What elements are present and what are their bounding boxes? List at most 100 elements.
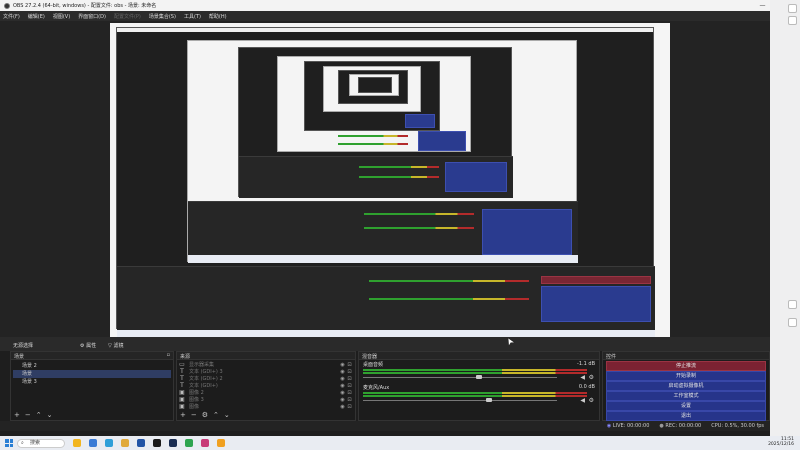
source-settings-button[interactable]: ⚙ <box>202 412 208 419</box>
filters-button[interactable]: ▽ 滤镜 <box>108 342 123 349</box>
store-icon[interactable] <box>137 439 145 447</box>
search-placeholder: 搜索 <box>30 439 41 446</box>
studio-mode-button[interactable]: 工作室模式 <box>606 391 766 401</box>
captured-meter <box>338 135 408 137</box>
controls-panel-header: 控件 <box>603 352 769 360</box>
desktop-widget <box>788 4 797 13</box>
volume-slider-handle[interactable] <box>486 398 493 402</box>
desktop-background <box>770 0 800 436</box>
rec-status: ● REC: 00:00:00 <box>659 423 701 429</box>
mixer-channel: 桌面音频 -1.1 dB ◀ ⚙ <box>361 361 597 383</box>
move-up-button[interactable]: ⌃ <box>213 412 219 419</box>
taskbar: ⌕ 搜索 11:51 2025/12/16 <box>0 436 800 450</box>
remove-source-button[interactable]: − <box>191 412 197 419</box>
copilot-icon[interactable] <box>73 439 81 447</box>
captured-meter <box>369 298 529 300</box>
channel-db: 0.0 dB <box>578 384 595 390</box>
add-scene-button[interactable]: + <box>14 412 20 419</box>
scene-item-active[interactable]: 场景 <box>13 370 171 378</box>
properties-button[interactable]: ⚙ 属性 <box>80 342 96 349</box>
remove-scene-button[interactable]: − <box>25 412 31 419</box>
menu-profile[interactable]: 配置文件(P) <box>114 13 141 20</box>
volume-slider-handle[interactable] <box>476 375 483 379</box>
sources-toolbar: + − ⚙ ⌃ ⌄ <box>177 411 355 420</box>
volume-slider[interactable] <box>363 400 557 401</box>
level-meter <box>363 372 587 374</box>
window-title: OBS 27.2.4 (64-bit, windows) - 配置文件: obs… <box>13 3 157 9</box>
obs-taskbar-icon[interactable] <box>153 439 161 447</box>
visibility-eye-icon[interactable]: ◉ <box>339 403 346 411</box>
move-down-button[interactable]: ⌄ <box>224 412 230 419</box>
system-tray-clock[interactable]: 11:51 2025/12/16 <box>768 437 794 447</box>
desktop-widget <box>788 318 797 327</box>
settings-button[interactable]: 设置 <box>606 401 766 411</box>
windows-start-icon[interactable] <box>5 439 13 447</box>
captured-taskbar <box>188 255 578 263</box>
menu-bar: 文件(F) 编辑(E) 视图(V) 界面窗口(D) 配置文件(P) 场景集合(S… <box>0 11 800 21</box>
dock-header: 无源选择 ⚙ 属性 ▽ 滤镜 <box>0 337 770 351</box>
captured-meter <box>369 280 529 282</box>
mixer-panel-header: 混音器 <box>359 352 599 360</box>
exit-button[interactable]: 退出 <box>606 411 766 421</box>
taskbar-search[interactable]: ⌕ 搜索 <box>17 438 65 448</box>
properties-label: 属性 <box>86 343 97 349</box>
captured-preview <box>187 40 578 263</box>
menu-help[interactable]: 帮助(H) <box>209 13 227 20</box>
captured-controls <box>482 209 572 255</box>
rec-time: REC: 00:00:00 <box>665 423 702 429</box>
volume-slider[interactable] <box>363 377 557 378</box>
captured-preview-3 <box>323 66 421 112</box>
start-recording-button[interactable]: 开始录制 <box>606 371 766 381</box>
captured-meter <box>359 176 439 178</box>
captured-controls <box>405 114 435 128</box>
file-explorer-icon[interactable] <box>121 439 129 447</box>
search-icon: ⌕ <box>21 439 24 446</box>
gear-icon[interactable]: ⚙ <box>589 374 594 381</box>
captured-controls <box>418 131 466 151</box>
app-icon[interactable] <box>185 439 193 447</box>
clock-date: 2025/12/16 <box>768 442 794 447</box>
minimize-button[interactable]: — <box>755 2 770 9</box>
menu-edit[interactable]: 编辑(E) <box>28 13 45 20</box>
channel-name: 麦克风/Aux <box>363 385 390 391</box>
mixer-channel: 麦克风/Aux 0.0 dB ◀ ⚙ <box>361 384 597 406</box>
lock-icon[interactable]: ⊡ <box>346 403 353 411</box>
speaker-icon[interactable]: ◀ <box>580 397 585 404</box>
start-virtual-camera-button[interactable]: 启动虚拟摄像机 <box>606 381 766 391</box>
source-name: 图像 <box>189 404 200 410</box>
captured-window-2 <box>238 47 513 198</box>
chrome-icon[interactable] <box>217 439 225 447</box>
add-source-button[interactable]: + <box>180 412 186 419</box>
task-view-icon[interactable] <box>89 439 97 447</box>
speaker-icon[interactable]: ◀ <box>580 374 585 381</box>
menu-tools[interactable]: 工具(T) <box>184 13 201 20</box>
image-icon: ▣ <box>179 403 185 410</box>
menu-scene-collection[interactable]: 场景集合(S) <box>149 13 176 20</box>
gear-icon[interactable]: ⚙ <box>589 397 594 404</box>
captured-window-5 <box>358 77 392 93</box>
stop-streaming-button[interactable]: 停止推流 <box>606 361 766 371</box>
channel-name: 桌面音频 <box>363 362 384 368</box>
steam-icon[interactable] <box>169 439 177 447</box>
live-status: ◉ LIVE: 00:00:00 <box>607 423 650 429</box>
captured-meter <box>338 143 408 145</box>
scene-item[interactable]: 场景 3 <box>13 378 171 386</box>
cpu-status: CPU: 0.5%, 30.00 fps <box>711 423 764 429</box>
move-down-button[interactable]: ⌄ <box>47 412 53 419</box>
menu-view[interactable]: 视图(V) <box>53 13 70 20</box>
edge-browser-icon[interactable] <box>105 439 113 447</box>
controls-panel: 控件 停止推流 开始录制 启动虚拟摄像机 工作室模式 设置 退出 <box>602 351 770 421</box>
move-up-button[interactable]: ⌃ <box>36 412 42 419</box>
scene-item[interactable]: 场景 2 <box>13 362 171 370</box>
scenes-panel: 场景 ▫ 场景 2 场景 场景 3 + − ⌃ ⌄ <box>10 351 174 421</box>
source-row[interactable]: ▣ 图像 ◉ ⊡ <box>179 403 353 411</box>
title-bar: OBS 27.2.4 (64-bit, windows) - 配置文件: obs… <box>0 0 800 11</box>
menu-file[interactable]: 文件(F) <box>3 13 20 20</box>
status-bar: ◉ LIVE: 00:00:00 ● REC: 00:00:00 CPU: 0.… <box>0 421 770 431</box>
preview-canvas[interactable] <box>110 23 670 338</box>
undock-icon[interactable]: ▫ <box>167 352 170 358</box>
captured-title-bar <box>117 28 653 32</box>
mixer-title: 混音器 <box>362 354 378 360</box>
app-icon[interactable] <box>201 439 209 447</box>
menu-docks[interactable]: 界面窗口(D) <box>78 13 106 20</box>
